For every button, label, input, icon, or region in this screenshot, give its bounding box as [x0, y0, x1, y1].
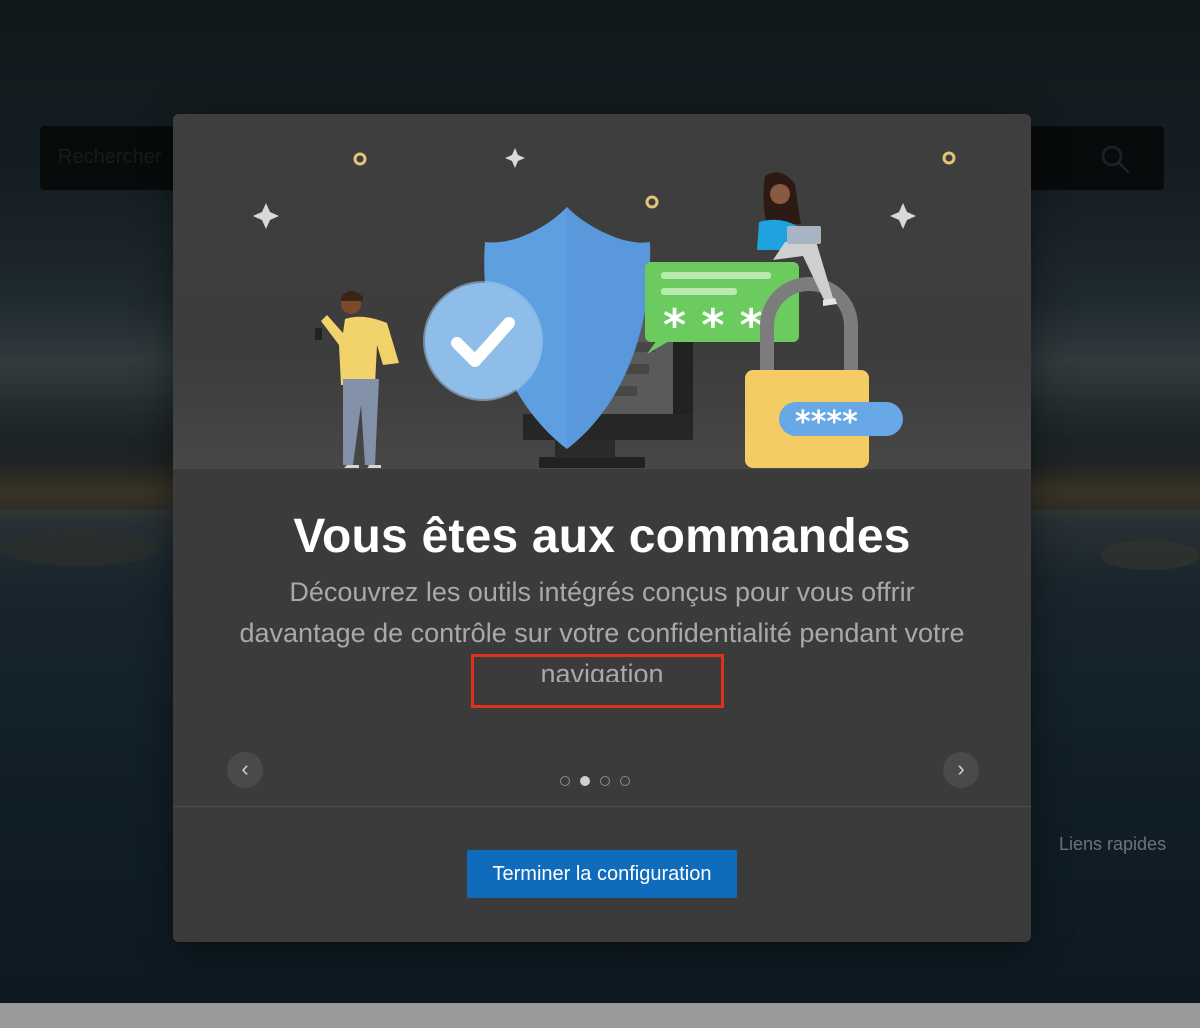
slide-dot[interactable] — [620, 776, 630, 786]
chevron-right-icon: › — [957, 756, 965, 781]
password-mask-pill-text: **** — [795, 405, 858, 440]
person-with-phone-icon — [315, 291, 399, 469]
checkmark-icon — [425, 283, 541, 399]
dialog-title: Vous êtes aux commandes — [293, 510, 911, 563]
hero-divider — [173, 468, 1031, 469]
bottom-strip — [0, 1003, 1200, 1028]
footer-divider — [173, 806, 1031, 807]
onboarding-dialog: * * * **** Vous êtes aux commandes Décou… — [173, 114, 1031, 942]
password-mask-text: * * * — [663, 300, 763, 351]
quick-links-label[interactable]: Liens rapides — [1059, 834, 1166, 855]
previous-slide-button[interactable]: ‹ — [227, 752, 263, 788]
next-slide-button[interactable]: › — [943, 752, 979, 788]
slide-indicator — [560, 776, 650, 790]
sparkle-icon — [253, 148, 916, 229]
dot-decoration-icon — [353, 151, 956, 209]
hero-illustration: * * * **** — [173, 114, 1031, 469]
chevron-left-icon: ‹ — [241, 756, 249, 781]
annotation-highlight-box — [471, 654, 724, 708]
finish-setup-button[interactable]: Terminer la configuration — [467, 850, 737, 898]
slide-dot[interactable] — [600, 776, 610, 786]
slide-dot[interactable] — [560, 776, 570, 786]
padlock-icon — [745, 277, 869, 468]
slide-dot-active[interactable] — [580, 776, 590, 786]
